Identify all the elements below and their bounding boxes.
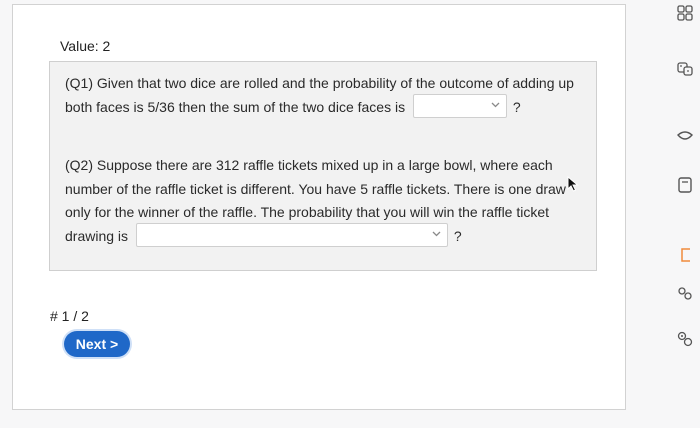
people-icon[interactable] bbox=[676, 285, 694, 303]
heart-icon[interactable] bbox=[676, 128, 694, 146]
right-tool-rail bbox=[668, 0, 700, 428]
question-box: (Q1) Given that two dice are rolled and … bbox=[49, 61, 597, 271]
question-counter: # 1 / 2 bbox=[50, 308, 89, 324]
grid-icon[interactable] bbox=[676, 4, 694, 22]
page: Value: 2 (Q1) Given that two dice are ro… bbox=[0, 0, 700, 428]
question-1: (Q1) Given that two dice are rolled and … bbox=[65, 72, 590, 119]
value-label: Value: 2 bbox=[60, 38, 111, 54]
q1-answer-select[interactable] bbox=[412, 94, 507, 119]
gear-people-icon[interactable] bbox=[676, 330, 694, 348]
q1-question-mark: ? bbox=[512, 98, 521, 115]
mouse-pointer-icon bbox=[567, 176, 579, 192]
chevron-down-icon bbox=[491, 98, 500, 114]
dice-icon[interactable] bbox=[676, 60, 694, 78]
calculator-icon[interactable] bbox=[676, 176, 694, 194]
q2-question-mark: ? bbox=[453, 227, 462, 244]
q2-answer-select[interactable] bbox=[135, 223, 448, 248]
question-2: (Q2) Suppose there are 312 raffle ticket… bbox=[65, 154, 590, 248]
chevron-down-icon bbox=[432, 227, 441, 243]
next-button[interactable]: Next > bbox=[64, 331, 130, 357]
bracket-icon[interactable] bbox=[676, 246, 694, 264]
